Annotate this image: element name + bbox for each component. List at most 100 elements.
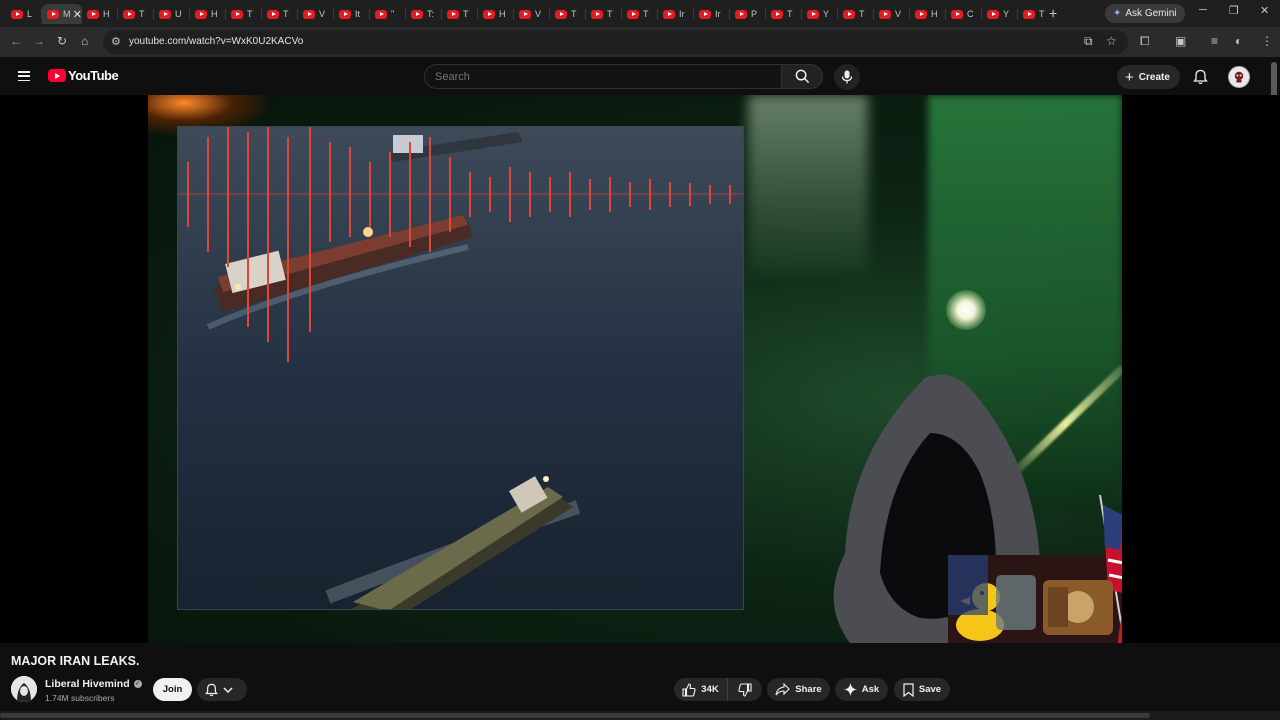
menu-icon[interactable]: ⋮ (1261, 34, 1273, 48)
browser-tab[interactable]: P (730, 4, 766, 24)
close-icon[interactable]: ✕ (73, 8, 82, 21)
back-icon[interactable]: ← (10, 34, 22, 48)
tab-title: T (859, 9, 865, 19)
browser-tab[interactable]: U (154, 4, 190, 24)
browser-tab[interactable]: H (82, 4, 118, 24)
browser-tab[interactable]: T (262, 4, 298, 24)
restore-icon[interactable]: ❐ (1229, 4, 1239, 17)
browser-tab[interactable]: T (226, 4, 262, 24)
create-button[interactable]: + Create (1117, 65, 1180, 89)
browser-tab[interactable]: H (190, 4, 226, 24)
youtube-play-icon (48, 69, 66, 82)
extensions-icon[interactable]: ⧠ (1140, 34, 1150, 49)
browser-tab[interactable]: " (370, 4, 406, 24)
browser-tab[interactable]: Ir (658, 4, 694, 24)
avatar-icon[interactable] (1228, 66, 1250, 88)
tab-title: H (103, 9, 110, 19)
browser-tab[interactable]: C (946, 4, 982, 24)
browser-tab[interactable]: H (910, 4, 946, 24)
search-input[interactable] (435, 70, 781, 83)
minimize-icon[interactable]: ─ (1199, 4, 1207, 16)
dislike-button[interactable] (728, 682, 762, 697)
ask-button[interactable]: Ask (835, 678, 888, 701)
youtube-favicon-icon (483, 9, 495, 19)
youtube-logo[interactable]: YouTube (48, 68, 119, 83)
reload-icon[interactable]: ↻ (57, 34, 67, 48)
hamburger-icon[interactable] (18, 71, 30, 81)
browser-tab[interactable]: H (478, 4, 514, 24)
youtube-favicon-icon (303, 9, 315, 19)
browser-tab[interactable]: Ir (694, 4, 730, 24)
forward-icon[interactable]: → (33, 34, 45, 48)
new-tab-button[interactable]: + (1049, 5, 1057, 21)
chevron-down-icon (223, 686, 233, 693)
browser-tab-strip: L M ✕ H T U H T T V It " T: T H V T T T Ir Ir P T Y T V H C Y T + ✦ A… (0, 0, 1280, 27)
youtube-favicon-icon (519, 9, 531, 19)
browser-tab[interactable]: It (334, 4, 370, 24)
browser-tab[interactable]: T (550, 4, 586, 24)
browser-tab[interactable]: T (442, 4, 478, 24)
voice-search-button[interactable] (834, 64, 860, 90)
channel-name[interactable]: Liberal Hivemind ✓ (45, 678, 142, 690)
ask-gemini-button[interactable]: ✦ Ask Gemini (1105, 4, 1185, 23)
like-dislike-group: 34K (674, 678, 762, 701)
profile-icon[interactable]: ◐ (1235, 34, 1242, 48)
channel-avatar[interactable] (11, 676, 37, 702)
share-button[interactable]: Share (767, 678, 830, 701)
tab-title: H (931, 9, 938, 19)
browser-tab[interactable]: T (118, 4, 154, 24)
horizontal-scrollbar[interactable] (0, 711, 1280, 720)
youtube-favicon-icon (411, 9, 423, 19)
tab-title: T (463, 9, 469, 19)
youtube-favicon-icon (843, 9, 855, 19)
like-button[interactable]: 34K (674, 678, 728, 701)
search-button[interactable] (781, 64, 823, 89)
youtube-favicon-icon (627, 9, 639, 19)
bell-icon[interactable] (1193, 69, 1208, 85)
ask-gemini-label: Ask Gemini (1125, 8, 1177, 19)
tab-title: Y (1003, 9, 1010, 19)
horizontal-scrollbar-thumb[interactable] (0, 713, 1150, 718)
browser-tab[interactable]: T (622, 4, 658, 24)
tab-title: T (607, 9, 613, 19)
browser-tab[interactable]: V (298, 4, 334, 24)
reading-list-icon[interactable]: ≡ (1211, 34, 1218, 48)
browser-tab[interactable]: Y (982, 4, 1018, 24)
youtube-favicon-icon (267, 9, 279, 19)
browser-tab[interactable]: T: (406, 4, 442, 24)
browser-tab-active[interactable]: M ✕ (42, 4, 82, 24)
site-info-icon[interactable]: ⚙ (111, 35, 121, 48)
browser-tab[interactable]: V (514, 4, 550, 24)
join-button[interactable]: Join (153, 678, 192, 701)
tab-title: U (175, 9, 182, 19)
browser-tab[interactable]: T (586, 4, 622, 24)
window-close-icon[interactable]: ✕ (1260, 4, 1269, 17)
save-button[interactable]: Save (894, 678, 950, 701)
browser-tab[interactable]: V (874, 4, 910, 24)
tab-title: Ir (679, 9, 685, 19)
save-icon (903, 682, 914, 697)
install-icon[interactable]: ⧉ (1084, 34, 1093, 49)
browser-tab[interactable]: T (766, 4, 802, 24)
media-icon[interactable]: ▣ (1175, 34, 1186, 48)
browser-tab[interactable]: T (838, 4, 874, 24)
tab-title: T (571, 9, 577, 19)
lamp-light (946, 290, 986, 330)
video-frame[interactable] (148, 95, 1122, 643)
youtube-favicon-icon (447, 9, 459, 19)
home-icon[interactable]: ⌂ (81, 34, 88, 48)
tab-title: Y (823, 9, 830, 19)
youtube-favicon-icon (915, 9, 927, 19)
address-bar[interactable]: ⚙ youtube.com/watch?v=WxK0U2KACVo ⧉ ☆ (103, 30, 1128, 54)
bookmark-star-icon[interactable]: ☆ (1106, 34, 1117, 48)
browser-tab[interactable]: Y (802, 4, 838, 24)
browser-toolbar: ← → ↻ ⌂ ⚙ youtube.com/watch?v=WxK0U2KACV… (0, 27, 1280, 57)
subscribed-notifications-button[interactable] (197, 678, 247, 701)
youtube-favicon-icon (663, 9, 675, 19)
ships-scene (178, 127, 743, 609)
video-player[interactable] (0, 95, 1280, 643)
tab-title: H (211, 9, 218, 19)
youtube-favicon-icon (375, 9, 387, 19)
browser-tab[interactable]: L (6, 4, 42, 24)
subscriber-count: 1.74M subscribers (45, 693, 115, 703)
